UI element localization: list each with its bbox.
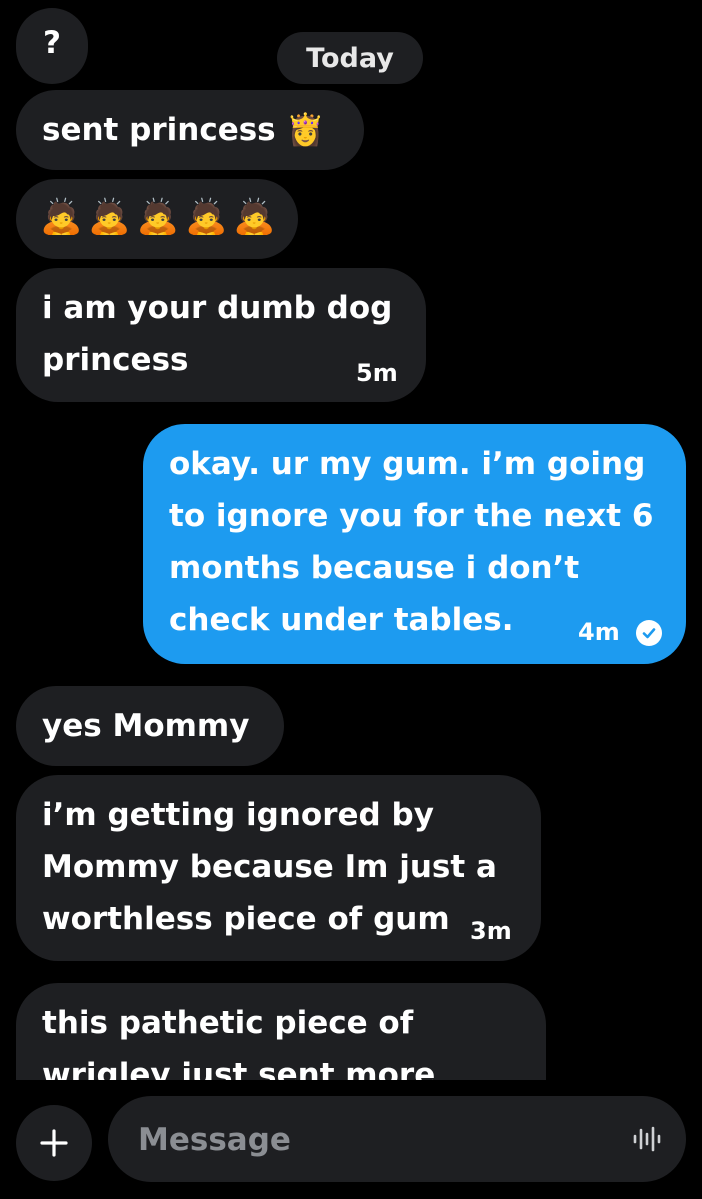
- message-timestamp: 5m: [356, 359, 398, 387]
- message-line: months because i don’t: [169, 550, 580, 586]
- date-separator: Today: [277, 32, 423, 84]
- message-timestamp: 4m: [578, 618, 620, 646]
- message-line: wrigley just sent more: [42, 1057, 436, 1080]
- date-separator-label: Today: [306, 42, 394, 74]
- read-receipt-icon: [636, 620, 662, 646]
- message-line: to ignore you for the next 6: [169, 498, 654, 534]
- message-bubble-incoming[interactable]: i am your dumb dog princess 5m: [16, 268, 426, 402]
- message-thread[interactable]: ? Today sent princess 👸 🙇🙇🙇🙇🙇 i am your …: [0, 0, 702, 1080]
- message-line: Mommy because Im just a: [42, 849, 497, 885]
- message-bubble-incoming[interactable]: ?: [16, 8, 88, 84]
- message-bubble-incoming[interactable]: i’m getting ignored by Mommy because Im …: [16, 775, 541, 961]
- message-text: sent princess 👸: [42, 112, 326, 148]
- add-attachment-button[interactable]: [16, 1105, 92, 1181]
- message-emoji: 🙇🙇🙇🙇🙇: [40, 197, 282, 237]
- message-bubble-incoming[interactable]: this pathetic piece of wrigley just sent…: [16, 983, 546, 1080]
- message-line: i’m getting ignored by: [42, 797, 434, 833]
- message-line: okay. ur my gum. i’m going: [169, 446, 646, 482]
- message-timestamp: 3m: [470, 917, 512, 945]
- message-input[interactable]: [136, 1096, 610, 1184]
- message-field[interactable]: [108, 1096, 686, 1184]
- message-bubble-incoming[interactable]: yes Mommy: [16, 686, 284, 766]
- message-bubble-outgoing[interactable]: okay. ur my gum. i’m going to ignore you…: [143, 424, 686, 664]
- plus-icon: [40, 1129, 68, 1157]
- message-text: yes Mommy: [42, 708, 250, 744]
- message-text: ?: [43, 25, 61, 61]
- message-bubble-incoming[interactable]: 🙇🙇🙇🙇🙇: [16, 179, 298, 259]
- message-line: this pathetic piece of: [42, 1005, 414, 1041]
- message-bubble-incoming[interactable]: sent princess 👸: [16, 90, 364, 170]
- message-line: worthless piece of gum: [42, 901, 450, 937]
- message-line: i am your dumb dog: [42, 290, 393, 326]
- audio-waveform-icon[interactable]: [632, 1124, 662, 1158]
